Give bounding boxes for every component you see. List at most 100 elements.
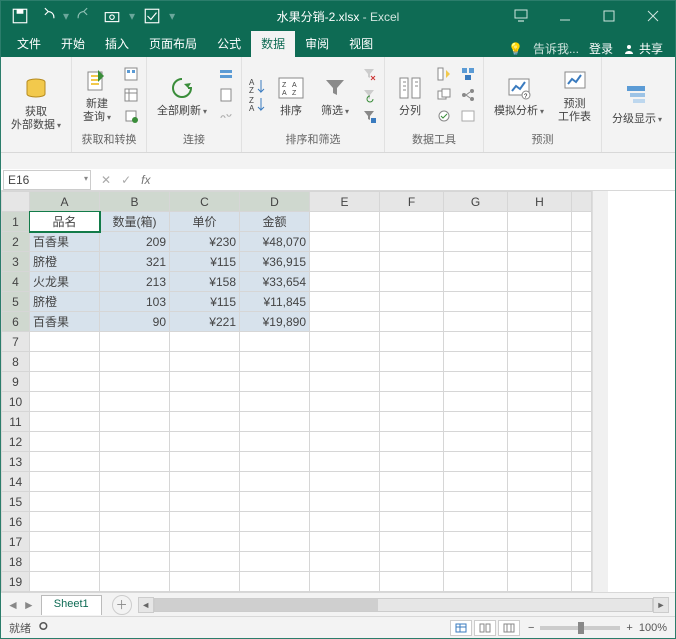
cell[interactable] bbox=[380, 252, 444, 272]
cell[interactable] bbox=[572, 332, 592, 352]
cell[interactable]: ¥230 bbox=[170, 232, 240, 252]
cell[interactable] bbox=[508, 292, 572, 312]
cell[interactable] bbox=[310, 332, 380, 352]
sort-desc-icon[interactable]: ZA bbox=[248, 95, 266, 113]
cell[interactable] bbox=[380, 552, 444, 572]
macro-record-icon[interactable]: 🞇 bbox=[39, 621, 48, 634]
cell[interactable] bbox=[240, 372, 310, 392]
cell[interactable] bbox=[30, 332, 100, 352]
cell[interactable] bbox=[170, 492, 240, 512]
cell[interactable] bbox=[170, 432, 240, 452]
cell[interactable]: 品名 bbox=[30, 212, 100, 232]
cell[interactable] bbox=[310, 552, 380, 572]
sort-button[interactable]: ZAAZ 排序 bbox=[272, 71, 310, 120]
cell[interactable] bbox=[444, 212, 508, 232]
row-header[interactable]: 9 bbox=[2, 372, 30, 392]
cell[interactable] bbox=[572, 492, 592, 512]
consolidate-icon[interactable] bbox=[459, 65, 477, 83]
cell[interactable] bbox=[444, 312, 508, 332]
cell[interactable]: ¥221 bbox=[170, 312, 240, 332]
cell[interactable] bbox=[240, 512, 310, 532]
cell[interactable] bbox=[240, 572, 310, 592]
cell[interactable]: ¥19,890 bbox=[240, 312, 310, 332]
cell[interactable] bbox=[100, 472, 170, 492]
cell[interactable] bbox=[444, 412, 508, 432]
cell[interactable]: 百香果 bbox=[30, 312, 100, 332]
cell[interactable] bbox=[572, 432, 592, 452]
cell[interactable] bbox=[572, 232, 592, 252]
cell[interactable] bbox=[572, 272, 592, 292]
cell[interactable] bbox=[310, 512, 380, 532]
tab-formulas[interactable]: 公式 bbox=[207, 31, 251, 57]
row-header[interactable]: 10 bbox=[2, 392, 30, 412]
cell[interactable] bbox=[30, 412, 100, 432]
cell[interactable] bbox=[380, 372, 444, 392]
cell[interactable] bbox=[508, 552, 572, 572]
select-all-corner[interactable] bbox=[2, 192, 30, 212]
cell[interactable] bbox=[444, 392, 508, 412]
cell[interactable] bbox=[310, 232, 380, 252]
cell[interactable] bbox=[100, 412, 170, 432]
tab-data[interactable]: 数据 bbox=[251, 31, 295, 57]
sheet-nav[interactable]: ◄► bbox=[1, 598, 41, 612]
cell[interactable] bbox=[310, 532, 380, 552]
col-header-f[interactable]: F bbox=[380, 192, 444, 212]
cell[interactable] bbox=[508, 212, 572, 232]
col-header-d[interactable]: D bbox=[240, 192, 310, 212]
cell[interactable] bbox=[380, 292, 444, 312]
cell[interactable]: 321 bbox=[100, 252, 170, 272]
cell[interactable] bbox=[572, 552, 592, 572]
cell[interactable] bbox=[100, 492, 170, 512]
cell[interactable] bbox=[572, 412, 592, 432]
cell[interactable] bbox=[380, 392, 444, 412]
cell[interactable]: 火龙果 bbox=[30, 272, 100, 292]
cell[interactable] bbox=[170, 392, 240, 412]
remove-duplicates-icon[interactable] bbox=[435, 86, 453, 104]
cell[interactable] bbox=[30, 452, 100, 472]
cell[interactable] bbox=[508, 252, 572, 272]
row-header[interactable]: 16 bbox=[2, 512, 30, 532]
cell[interactable] bbox=[444, 552, 508, 572]
cell[interactable] bbox=[380, 532, 444, 552]
tell-me[interactable]: 告诉我... bbox=[533, 40, 579, 57]
camera-icon[interactable] bbox=[103, 7, 121, 25]
zoom-level[interactable]: 100% bbox=[639, 622, 667, 634]
cell[interactable] bbox=[508, 232, 572, 252]
spreadsheet-grid[interactable]: A B C D E F G H 1品名数量(箱)单价金额2百香果209¥230¥… bbox=[1, 191, 592, 592]
cell[interactable] bbox=[508, 332, 572, 352]
cell[interactable] bbox=[380, 472, 444, 492]
cell[interactable] bbox=[444, 532, 508, 552]
row-header[interactable]: 8 bbox=[2, 352, 30, 372]
cell[interactable]: ¥33,654 bbox=[240, 272, 310, 292]
ribbon-options-icon[interactable] bbox=[499, 1, 543, 31]
cell[interactable] bbox=[170, 552, 240, 572]
cell[interactable] bbox=[380, 332, 444, 352]
cell[interactable] bbox=[30, 352, 100, 372]
clear-filter-icon[interactable] bbox=[360, 65, 378, 83]
cell[interactable] bbox=[508, 312, 572, 332]
cell[interactable] bbox=[380, 432, 444, 452]
login-link[interactable]: 登录 bbox=[589, 40, 613, 57]
filter-button[interactable]: 筛选 bbox=[316, 71, 354, 120]
cell[interactable] bbox=[444, 232, 508, 252]
col-header-e[interactable]: E bbox=[310, 192, 380, 212]
new-query-button[interactable]: 新建 查询 bbox=[78, 64, 116, 126]
tab-review[interactable]: 审阅 bbox=[295, 31, 339, 57]
cell[interactable] bbox=[508, 532, 572, 552]
fx-icon[interactable]: fx bbox=[141, 173, 150, 187]
cell[interactable] bbox=[240, 352, 310, 372]
cell[interactable] bbox=[380, 572, 444, 592]
col-header-b[interactable]: B bbox=[100, 192, 170, 212]
cell[interactable] bbox=[310, 392, 380, 412]
data-validation-icon[interactable] bbox=[435, 107, 453, 125]
cell[interactable] bbox=[30, 492, 100, 512]
maximize-icon[interactable] bbox=[587, 1, 631, 31]
cell[interactable] bbox=[380, 512, 444, 532]
cell[interactable] bbox=[170, 372, 240, 392]
cell[interactable] bbox=[508, 572, 572, 592]
cell[interactable] bbox=[310, 432, 380, 452]
cell[interactable] bbox=[444, 332, 508, 352]
refresh-all-button[interactable]: 全部刷新 bbox=[153, 71, 211, 120]
cell[interactable] bbox=[572, 352, 592, 372]
get-external-data-button[interactable]: 获取 外部数据 bbox=[7, 72, 65, 134]
